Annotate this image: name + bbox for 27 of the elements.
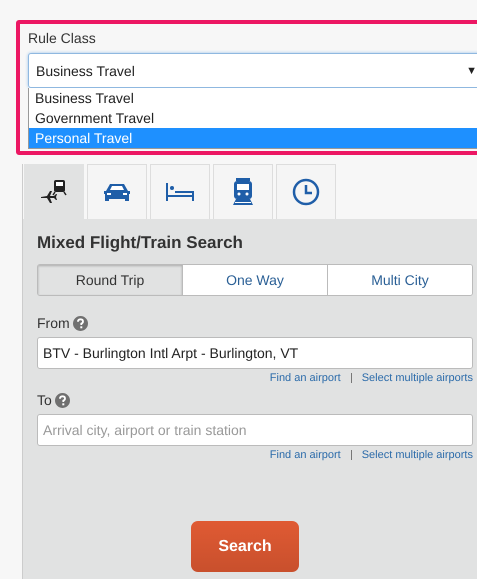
train-tab[interactable]	[213, 164, 273, 219]
clock-icon	[292, 178, 320, 206]
trip-type-tab[interactable]: Round Trip	[38, 265, 182, 295]
rule-class-select[interactable]: Business Travel ▼	[28, 53, 477, 88]
car-tab[interactable]	[87, 164, 147, 219]
origin-field[interactable]: BTV - Burlington Intl Arpt - Burlington, VT	[37, 337, 473, 369]
clock-tab[interactable]	[276, 164, 336, 219]
help-icon[interactable]	[72, 316, 88, 330]
field-label: To	[37, 392, 52, 408]
multiple-airports-link[interactable]: Select multiple airports	[362, 449, 473, 461]
trip-type-tab[interactable]: Multi City	[327, 265, 472, 295]
help-icon[interactable]	[54, 392, 70, 408]
multiple-airports-link[interactable]: Select multiple airports	[362, 372, 473, 384]
rule-class-label: Rule Class	[28, 30, 97, 46]
bed-icon	[164, 181, 196, 203]
destination-field[interactable]: Arrival city, airport or train station	[37, 414, 473, 446]
field-label: From	[37, 315, 70, 331]
train-icon	[231, 177, 255, 207]
search-button[interactable]: Search	[191, 521, 299, 572]
dropdown-option[interactable]: Government Travel	[29, 108, 477, 128]
flight-train-tab[interactable]	[24, 164, 84, 219]
trip-type-tab[interactable]: One Way	[182, 265, 327, 295]
find-airport-link[interactable]: Find an airport	[270, 372, 341, 384]
find-airport-link[interactable]: Find an airport	[270, 449, 341, 461]
dropdown-option[interactable]: Business Travel	[29, 88, 477, 108]
hotel-tab[interactable]	[150, 164, 210, 219]
search-title: Mixed Flight/Train Search	[37, 233, 244, 253]
